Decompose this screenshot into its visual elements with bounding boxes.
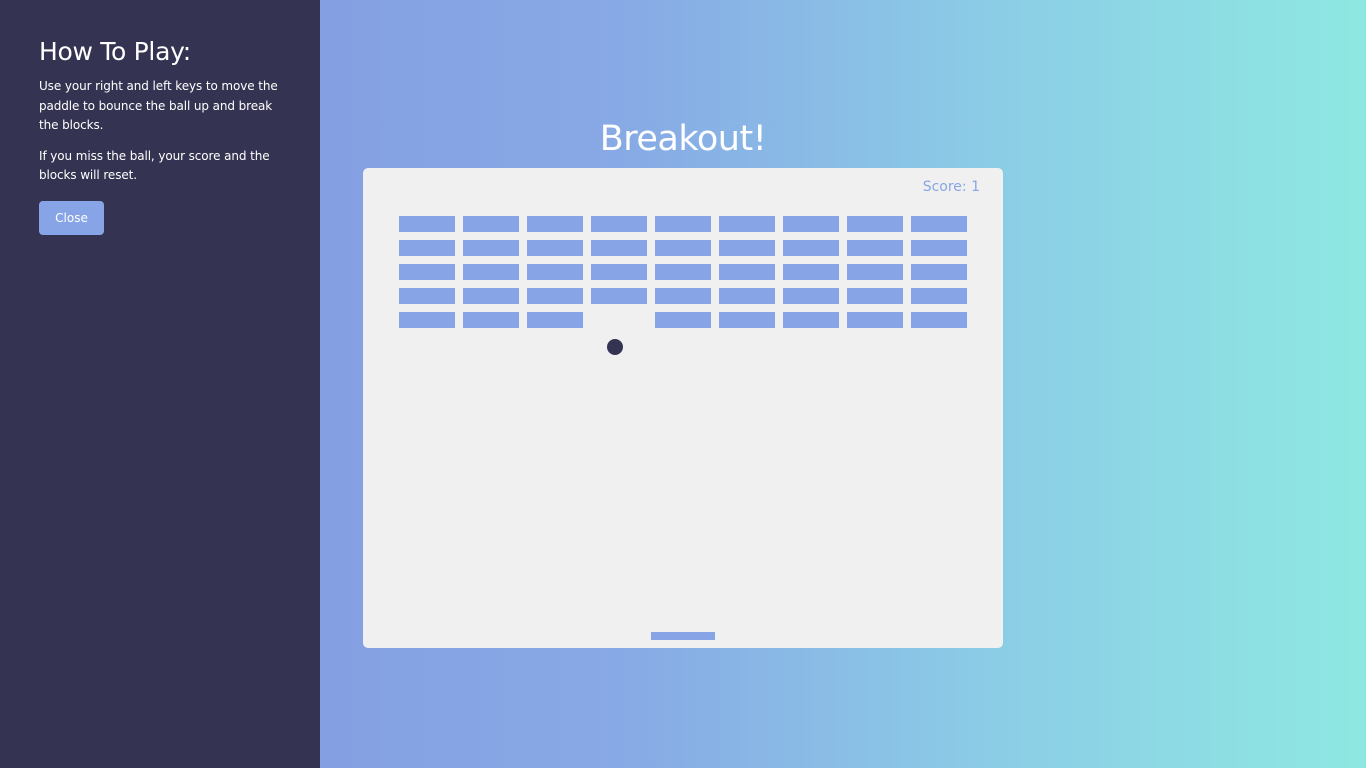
- brick-row-5-col-3: [527, 312, 583, 328]
- brick-row-3-col-5: [655, 264, 711, 280]
- brick-row-2-col-9: [911, 240, 967, 256]
- brick-row-5-col-7: [783, 312, 839, 328]
- brick-row-1-col-8: [847, 216, 903, 232]
- brick-row-1-col-4: [591, 216, 647, 232]
- brick-row-1-col-9: [911, 216, 967, 232]
- brick-row-3-col-8: [847, 264, 903, 280]
- brick-row-4-col-8: [847, 288, 903, 304]
- brick-row-2-col-4: [591, 240, 647, 256]
- brick-row-2-col-7: [783, 240, 839, 256]
- brick-row-1-col-3: [527, 216, 583, 232]
- score-display: Score: 1: [922, 179, 980, 195]
- brick-row-5-col-9: [911, 312, 967, 328]
- brick-row-4-col-4: [591, 288, 647, 304]
- brick-row-1-col-1: [399, 216, 455, 232]
- brick-row-1-col-7: [783, 216, 839, 232]
- brick-row-5-col-6: [719, 312, 775, 328]
- brick-row-1-col-5: [655, 216, 711, 232]
- brick-row-4-col-1: [399, 288, 455, 304]
- brick-row-3-col-7: [783, 264, 839, 280]
- brick-row-2-col-3: [527, 240, 583, 256]
- game-canvas[interactable]: Score: 1: [363, 168, 1003, 648]
- paddle: [651, 632, 715, 640]
- brick-row-3-col-2: [463, 264, 519, 280]
- ball: [607, 339, 623, 355]
- brick-row-1-col-2: [463, 216, 519, 232]
- game-title: Breakout!: [599, 119, 767, 159]
- brick-row-2-col-6: [719, 240, 775, 256]
- brick-row-3-col-9: [911, 264, 967, 280]
- brick-row-5-col-5: [655, 312, 711, 328]
- brick-row-4-col-6: [719, 288, 775, 304]
- close-rules-button[interactable]: Close: [39, 200, 104, 235]
- brick-row-3-col-4: [591, 264, 647, 280]
- brick-row-4-col-9: [911, 288, 967, 304]
- brick-row-4-col-2: [463, 288, 519, 304]
- brick-row-3-col-6: [719, 264, 775, 280]
- brick-row-4-col-5: [655, 288, 711, 304]
- brick-row-4-col-7: [783, 288, 839, 304]
- brick-row-4-col-3: [527, 288, 583, 304]
- rules-instructions: Use your right and left keys to move the…: [39, 79, 278, 132]
- brick-row-1-col-6: [719, 216, 775, 232]
- brick-row-2-col-2: [463, 240, 519, 256]
- brick-row-5-col-2: [463, 312, 519, 328]
- brick-row-2-col-1: [399, 240, 455, 256]
- rules-reset-note: If you miss the ball, your score and the…: [39, 148, 270, 183]
- rules-panel: How To Play: Use your right and left key…: [0, 0, 320, 768]
- brick-row-3-col-3: [527, 264, 583, 280]
- brick-row-2-col-8: [847, 240, 903, 256]
- brick-row-3-col-1: [399, 264, 455, 280]
- brick-row-5-col-1: [399, 312, 455, 328]
- brick-row-2-col-5: [655, 240, 711, 256]
- rules-title: How To Play:: [39, 37, 191, 66]
- brick-row-5-col-8: [847, 312, 903, 328]
